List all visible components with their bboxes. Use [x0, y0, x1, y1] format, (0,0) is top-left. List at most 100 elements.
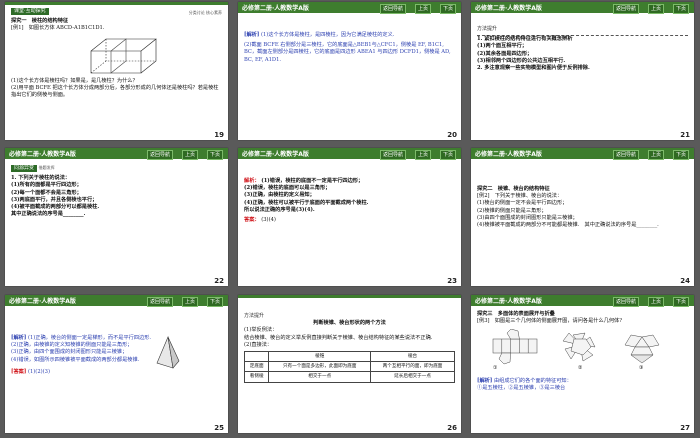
next-button[interactable]: 下页	[672, 296, 689, 307]
prev-button[interactable]: 上页	[647, 3, 664, 14]
solution-line: (3)正确，由四个面围成的封闭图形只能是三棱锥；	[11, 349, 128, 356]
page-number: 27	[680, 424, 690, 432]
answer-tag: [答案]	[11, 368, 27, 375]
next-button[interactable]: 下页	[439, 3, 456, 14]
slide-22[interactable]: 必修第二册·人教数学A版 返回导航 上页 下页 同源异变 借题发挥 1. 下列关…	[5, 148, 228, 286]
example-text: [例3] 如图是三个几何体的侧面展开图，请问各是什么几何体?	[477, 318, 623, 325]
option: (3)由四个面围成的封闭图形只能是三棱锥；	[477, 214, 578, 221]
option: (2)每一个面都不会是三角形；	[11, 189, 82, 196]
book-title: 必修第二册·人教数学A版	[475, 151, 542, 158]
page-number: 25	[214, 424, 224, 432]
table-header-empty	[243, 351, 270, 363]
solution-tag: [解析]	[244, 32, 260, 38]
book-title: 必修第二册·人教数学A版	[9, 151, 76, 158]
solution-text-2: (2)截面 BCFE 右侧部分是三棱柱，它的底面是△BEB1与△CFC1，侧棱是…	[244, 42, 451, 63]
solution-tag: 解析：	[244, 178, 260, 184]
section-title: 课堂·互动探究	[11, 8, 49, 16]
page-number: 26	[447, 424, 457, 432]
solution-line: (4)错误，如图所示四棱锥被平面截成的两部分都是棱锥.	[11, 356, 140, 363]
question-ask: 其中正确说法的序号是________.	[11, 211, 86, 218]
method-item: 2. 多注意观察一些实物模型和图片便于反例排除.	[477, 65, 590, 72]
option: (3)两底面平行，并且各侧棱也平行；	[11, 196, 98, 203]
table-cell: 只有一个面是多边形，此面即为底面	[268, 361, 372, 373]
section-title: 同源异变	[11, 165, 38, 173]
next-button[interactable]: 下页	[672, 149, 689, 160]
slide-26[interactable]: 方法提升 判断棱锥、棱台形状的两个方法 (1)举反例法： 结合棱锥、棱台的定义举…	[238, 295, 461, 433]
book-title: 必修第二册·人教数学A版	[242, 151, 309, 158]
next-button[interactable]: 下页	[672, 3, 689, 14]
page-number: 24	[680, 277, 690, 285]
slide-header: 必修第二册·人教数学A版 返回导航 上页 下页	[5, 148, 228, 160]
slide-23[interactable]: 必修第二册·人教数学A版 返回导航 上页 下页 解析： (1)错误，棱柱的底面不…	[238, 148, 461, 286]
pyramid-figure	[156, 335, 180, 369]
nav-button[interactable]: 返回导航	[379, 149, 406, 160]
prev-button[interactable]: 上页	[181, 296, 198, 307]
method-item: 结合棱锥、棱台的定义举反例直接判断关于棱锥、棱台结构特征的某些说法不正确.	[244, 334, 433, 341]
prev-button[interactable]: 上页	[647, 149, 664, 160]
solution-text-1: (1)这个长方体是棱柱，是四棱柱，因为它满足棱柱的定义.	[260, 32, 395, 38]
prev-button[interactable]: 上页	[414, 149, 431, 160]
slide-header: 必修第二册·人教数学A版 返回导航 上页 下页	[471, 295, 694, 307]
table-cell: 延长后相交于一点	[370, 371, 455, 383]
option: (1)所有的面都是平行四边形；	[11, 182, 82, 189]
nav-button[interactable]: 返回导航	[146, 296, 173, 307]
answer-tag: 答案：	[244, 217, 260, 224]
book-title: 必修第二册·人教数学A版	[242, 5, 309, 12]
nav-button[interactable]: 返回导航	[612, 149, 639, 160]
next-button[interactable]: 下页	[206, 149, 223, 160]
solution-tag: [解析]	[11, 335, 27, 341]
prev-button[interactable]: 上页	[181, 149, 198, 160]
solution-line: ①是五棱柱，②是五棱锥，③是三棱台	[477, 385, 566, 392]
option: (2)棱锥的侧面只能是三角形；	[477, 207, 547, 214]
method-heading: 方法提升	[477, 26, 498, 32]
slide-20[interactable]: 必修第二册·人教数学A版 返回导航 上页 下页 [解析] (1)这个长方体是棱柱…	[238, 2, 461, 140]
table-cell: 看侧棱	[243, 371, 270, 383]
caption-2: ②	[578, 365, 583, 371]
solution-line: (4)正确，棱柱可以被平行于底面的平面截成两个棱柱.	[244, 199, 369, 206]
book-title: 必修第二册·人教数学A版	[9, 298, 76, 305]
solution-line: (1)错误，棱柱的底面不一定是平行四边形；	[261, 178, 364, 184]
next-button[interactable]: 下页	[206, 296, 223, 307]
slide-header: 必修第二册·人教数学A版 返回导航 上页 下页	[5, 295, 228, 307]
page-number: 22	[214, 277, 224, 285]
nets-figure	[492, 329, 660, 365]
slide-header: 必修第二册·人教数学A版 返回导航 上页 下页	[238, 2, 461, 14]
example-text: [例1] 如图长方体 ABCD-A1B1C1D1.	[11, 25, 105, 32]
slide-24[interactable]: 必修第二册·人教数学A版 返回导航 上页 下页 探究二 棱锥、棱台的结构特征 […	[471, 148, 694, 286]
page-number: 20	[447, 131, 457, 139]
slide-19[interactable]: 课堂·互动探究 探究一 棱柱的结构特征 [例1] 如图长方体 ABCD-A1B1…	[5, 2, 228, 140]
slide-21[interactable]: 必修第二册·人教数学A版 返回导航 上页 下页 方法提升 1. 紧扣棱柱的结构特…	[471, 2, 694, 140]
table-header: 棱锥	[268, 351, 372, 363]
solution-line: 由组成它们的各个面的特征可知：	[493, 378, 572, 384]
method-item: (1)两个面互相平行；	[477, 43, 528, 50]
slide-25[interactable]: 必修第二册·人教数学A版 返回导航 上页 下页 [解析] (1)正确，棱台的侧面…	[5, 295, 228, 433]
book-title: 必修第二册·人教数学A版	[475, 298, 542, 305]
section-tag: 分类讨论 核心素养	[188, 10, 222, 15]
method-item: (3)相邻两个四边形的公共边互相平行.	[477, 57, 566, 64]
method-item: (2)其余各面是四边形；	[477, 50, 533, 57]
nav-button[interactable]: 返回导航	[612, 296, 639, 307]
nav-button[interactable]: 返回导航	[612, 3, 639, 14]
slide-header: 必修第二册·人教数学A版 返回导航 上页 下页	[471, 148, 694, 160]
slide-header: 必修第二册·人教数学A版 返回导航 上页 下页	[471, 2, 694, 14]
solution-line: (3)正确，由棱柱的定义易知；	[244, 192, 315, 199]
nav-button[interactable]: 返回导航	[379, 3, 406, 14]
table-header: 棱台	[370, 351, 455, 363]
cuboid-figure	[90, 37, 157, 74]
book-title: 必修第二册·人教数学A版	[475, 5, 542, 12]
option: (4)棱锥被平面截成的两部分不可能都是棱锥. 其中正确说法的序号是_______…	[477, 222, 659, 229]
slide-header: 必修第二册·人教数学A版 返回导航 上页 下页	[238, 148, 461, 160]
answer-value: (1)(2)(3)	[27, 368, 50, 375]
slide-27[interactable]: 必修第二册·人教数学A版 返回导航 上页 下页 探究三 多面体的表面展开与折叠 …	[471, 295, 694, 433]
nav-button[interactable]: 返回导航	[146, 149, 173, 160]
page-number: 19	[214, 131, 224, 139]
next-button[interactable]: 下页	[439, 149, 456, 160]
method-item: (1)举反例法：	[244, 327, 278, 334]
prev-button[interactable]: 上页	[414, 3, 431, 14]
method-item: (2)直接法：	[244, 341, 273, 348]
page-number: 23	[447, 277, 457, 285]
prev-button[interactable]: 上页	[647, 296, 664, 307]
question-1: (1)这个长方体是棱柱吗？如果是，是几棱柱？为什么？	[11, 77, 138, 84]
slide-top-bar	[238, 295, 461, 298]
table-cell: 两个互相平行的面，即为底面	[370, 361, 455, 373]
